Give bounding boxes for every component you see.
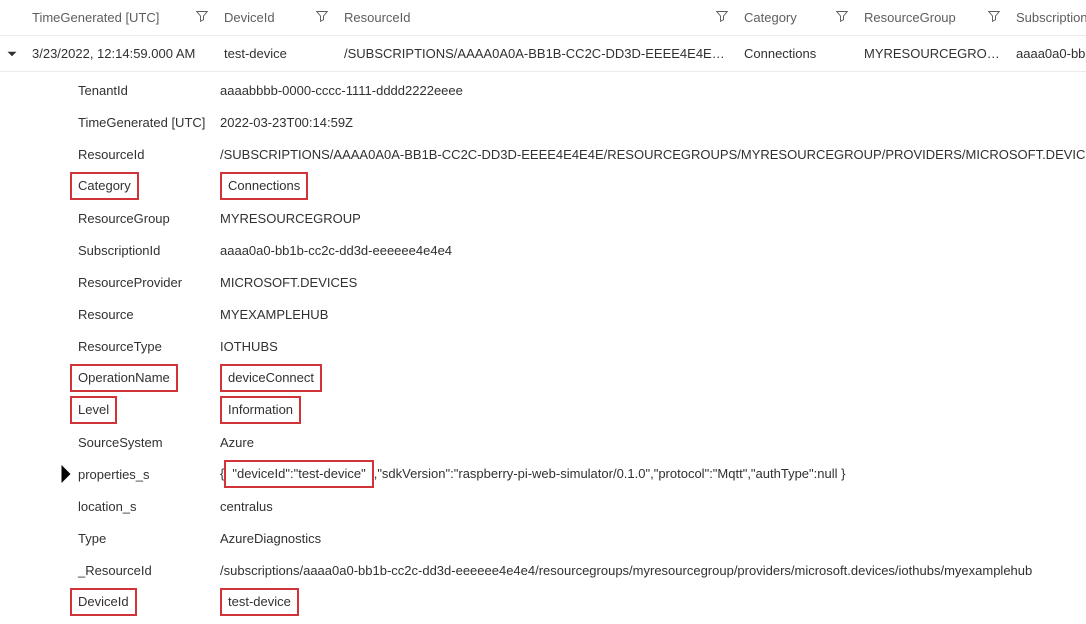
properties-deviceid-highlight: "deviceId":"test-device"	[224, 460, 373, 488]
col-label: SubscriptionI	[1016, 10, 1086, 25]
col-header-deviceid[interactable]: DeviceId	[216, 10, 336, 25]
filter-icon[interactable]	[978, 10, 1000, 25]
col-header-resourceid[interactable]: ResourceId	[336, 10, 736, 25]
detail-resourceprovider: ResourceProvider MICROSOFT.DEVICES	[0, 266, 1086, 298]
detail-location: location_s centralus	[0, 490, 1086, 522]
detail-key: ResourceType	[78, 339, 220, 354]
detail-key: TimeGenerated [UTC]	[78, 115, 220, 130]
detail-value: deviceConnect	[220, 364, 322, 392]
detail-value: MYEXAMPLEHUB	[220, 307, 1086, 322]
col-label: TimeGenerated [UTC]	[32, 10, 159, 25]
detail-value: AzureDiagnostics	[220, 531, 1086, 546]
chevron-right-icon	[54, 462, 78, 486]
cell-resource: /SUBSCRIPTIONS/AAAA0A0A-BB1B-CC2C-DD3D-E…	[336, 46, 736, 61]
cell-time: 3/23/2022, 12:14:59.000 AM	[24, 46, 216, 61]
detail-key: DeviceId	[70, 588, 137, 616]
detail-tenantid: TenantId aaaabbbb-0000-cccc-1111-dddd222…	[0, 74, 1086, 106]
detail-key: Category	[70, 172, 139, 200]
detail-value: test-device	[220, 588, 299, 616]
detail-resourceid-lower: _ResourceId /subscriptions/aaaa0a0-bb1b-…	[0, 554, 1086, 586]
detail-operationname: OperationName deviceConnect	[0, 362, 1086, 394]
detail-value: MYRESOURCEGROUP	[220, 211, 1086, 226]
detail-key: OperationName	[70, 364, 178, 392]
detail-key: ResourceGroup	[78, 211, 220, 226]
detail-key: SubscriptionId	[78, 243, 220, 258]
detail-key: location_s	[78, 499, 220, 514]
col-label: DeviceId	[224, 10, 275, 25]
detail-value: Information	[220, 396, 301, 424]
col-label: ResourceId	[344, 10, 410, 25]
detail-key: ResourceProvider	[78, 275, 220, 290]
detail-key: properties_s	[78, 467, 220, 482]
detail-value: aaaa0a0-bb1b-cc2c-dd3d-eeeeee4e4e4	[220, 243, 1086, 258]
detail-value: Connections	[220, 172, 308, 200]
detail-value: MICROSOFT.DEVICES	[220, 275, 1086, 290]
detail-key: Type	[78, 531, 220, 546]
expand-properties[interactable]	[54, 462, 78, 486]
detail-category: Category Connections	[0, 170, 1086, 202]
table-header: TimeGenerated [UTC] DeviceId ResourceId …	[0, 0, 1086, 36]
detail-level: Level Information	[0, 394, 1086, 426]
cell-device: test-device	[216, 46, 336, 61]
detail-deviceid: DeviceId test-device	[0, 586, 1086, 618]
cell-category: Connections	[736, 46, 856, 61]
detail-key: _ResourceId	[78, 563, 220, 578]
detail-timegenerated: TimeGenerated [UTC] 2022-03-23T00:14:59Z	[0, 106, 1086, 138]
detail-key: TenantId	[78, 83, 220, 98]
detail-properties: properties_s {"deviceId":"test-device","…	[0, 458, 1086, 490]
detail-value: {"deviceId":"test-device","sdkVersion":"…	[220, 460, 1086, 488]
table-row[interactable]: 3/23/2022, 12:14:59.000 AM test-device /…	[0, 36, 1086, 72]
detail-key: ResourceId	[78, 147, 220, 162]
detail-resource: Resource MYEXAMPLEHUB	[0, 298, 1086, 330]
col-label: ResourceGroup	[864, 10, 956, 25]
filter-icon[interactable]	[706, 10, 728, 25]
detail-value: centralus	[220, 499, 1086, 514]
detail-value: /SUBSCRIPTIONS/AAAA0A0A-BB1B-CC2C-DD3D-E…	[220, 147, 1086, 162]
detail-value: aaaabbbb-0000-cccc-1111-dddd2222eeee	[220, 83, 1086, 98]
col-header-subscription[interactable]: SubscriptionI	[1008, 10, 1086, 25]
detail-type: Type AzureDiagnostics	[0, 522, 1086, 554]
detail-key: SourceSystem	[78, 435, 220, 450]
detail-value: Azure	[220, 435, 1086, 450]
detail-key: Resource	[78, 307, 220, 322]
col-header-resourcegroup[interactable]: ResourceGroup	[856, 10, 1008, 25]
detail-value: /subscriptions/aaaa0a0-bb1b-cc2c-dd3d-ee…	[220, 563, 1086, 578]
detail-sourcesystem: SourceSystem Azure	[0, 426, 1086, 458]
detail-value: 2022-03-23T00:14:59Z	[220, 115, 1086, 130]
col-label: Category	[744, 10, 797, 25]
filter-icon[interactable]	[186, 10, 208, 25]
detail-resourceid: ResourceId /SUBSCRIPTIONS/AAAA0A0A-BB1B-…	[0, 138, 1086, 170]
cell-resourcegroup: MYRESOURCEGROUP	[856, 46, 1008, 61]
cell-subscription: aaaa0a0-bb1	[1008, 46, 1086, 61]
col-header-timegenerated[interactable]: TimeGenerated [UTC]	[24, 10, 216, 25]
detail-resourcetype: ResourceType IOTHUBS	[0, 330, 1086, 362]
col-header-category[interactable]: Category	[736, 10, 856, 25]
detail-subscriptionid: SubscriptionId aaaa0a0-bb1b-cc2c-dd3d-ee…	[0, 234, 1086, 266]
expand-toggle[interactable]	[0, 48, 24, 60]
detail-resourcegroup: ResourceGroup MYRESOURCEGROUP	[0, 202, 1086, 234]
filter-icon[interactable]	[826, 10, 848, 25]
detail-value: IOTHUBS	[220, 339, 1086, 354]
filter-icon[interactable]	[306, 10, 328, 25]
row-details: TenantId aaaabbbb-0000-cccc-1111-dddd222…	[0, 72, 1086, 624]
detail-key: Level	[70, 396, 117, 424]
chevron-down-icon	[6, 48, 18, 60]
